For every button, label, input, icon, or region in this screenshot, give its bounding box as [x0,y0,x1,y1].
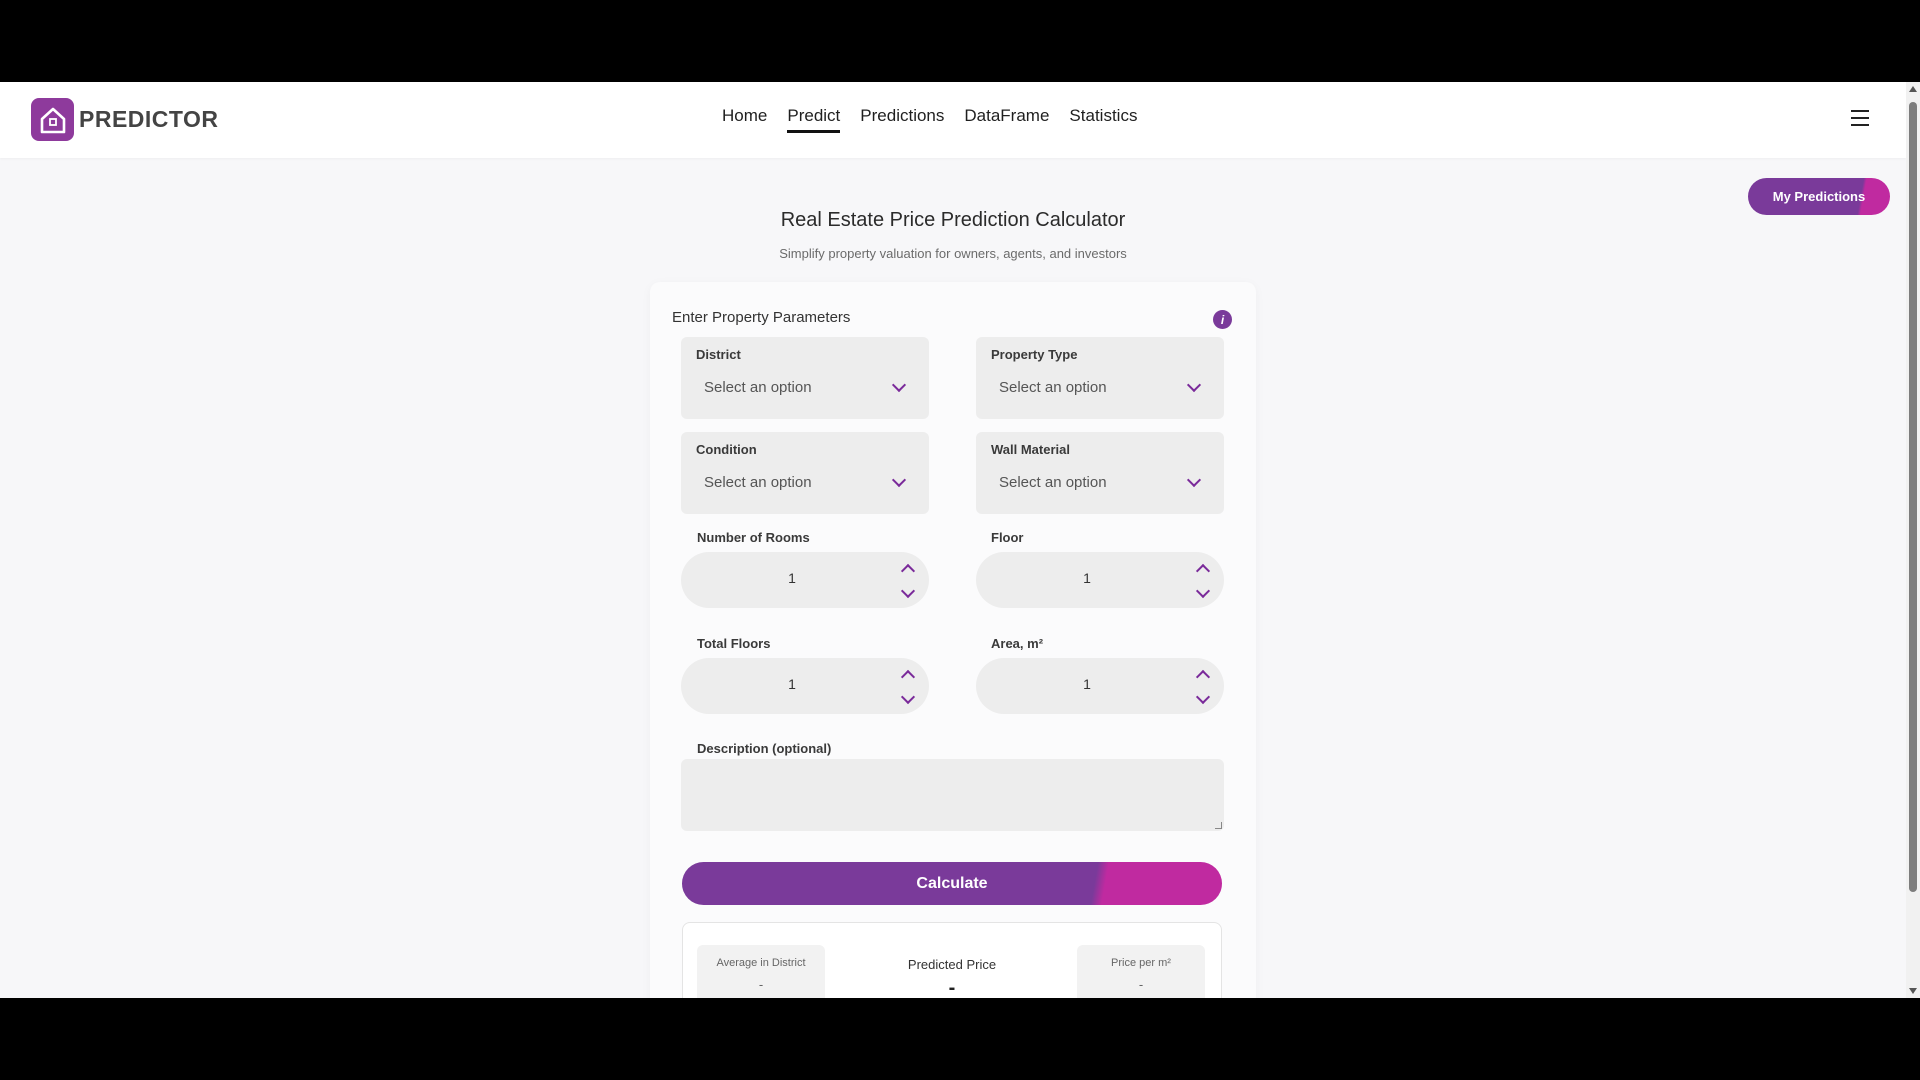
nav-statistics[interactable]: Statistics [1069,106,1137,133]
chevron-down-icon [1186,377,1202,393]
brand-logo[interactable]: PREDICTOR [31,98,219,141]
price-per-m2-label: Price per m² [1111,957,1171,969]
resize-handle-icon[interactable] [1215,822,1222,829]
scroll-down-arrow-icon[interactable] [1909,988,1917,994]
chevron-down-icon [1186,472,1202,488]
page-title: Real Estate Price Prediction Calculator [780,209,1126,231]
chevron-up-icon[interactable] [1195,563,1211,579]
condition-value: Select an option [704,474,812,491]
area-value: 1 [1083,676,1091,692]
floor-label: Floor [991,530,1024,545]
condition-label: Condition [696,442,757,457]
vertical-scrollbar[interactable] [1906,82,1920,998]
wall-material-select[interactable]: Wall Material Select an option [976,432,1224,514]
nav-predict[interactable]: Predict [787,106,841,133]
property-type-label: Property Type [991,347,1078,362]
wall-material-label: Wall Material [991,442,1070,457]
scroll-up-arrow-icon[interactable] [1909,86,1917,92]
rooms-value: 1 [788,570,796,586]
price-per-m2-card: Price per m² - [1077,945,1205,998]
chevron-up-icon[interactable] [900,669,916,685]
wall-material-value: Select an option [999,474,1107,491]
brand-name: PREDICTOR [79,106,219,132]
chevron-up-icon[interactable] [900,563,916,579]
chevron-up-icon[interactable] [1195,669,1211,685]
form-title: Enter Property Parameters [672,309,851,326]
property-type-select[interactable]: Property Type Select an option [976,337,1224,419]
chevron-down-icon [891,377,907,393]
prediction-form-card: Enter Property Parameters i District Sel… [650,282,1256,998]
total-floors-value: 1 [788,676,796,692]
description-textarea[interactable] [681,759,1224,831]
description-label: Description (optional) [697,741,832,756]
nav-home[interactable]: Home [722,106,767,133]
property-type-value: Select an option [999,379,1107,396]
top-navbar: PREDICTOR Home Predict Predictions DataF… [0,82,1906,158]
rooms-stepper[interactable]: 1 [681,552,929,608]
district-value: Select an option [704,379,812,396]
house-logo-icon [31,98,74,141]
price-per-m2-value: - [1138,977,1144,992]
condition-select[interactable]: Condition Select an option [681,432,929,514]
chevron-down-icon[interactable] [1195,583,1211,599]
chevron-down-icon[interactable] [1195,689,1211,705]
floor-stepper[interactable]: 1 [976,552,1224,608]
info-icon[interactable]: i [1213,310,1232,329]
page-subtitle: Simplify property valuation for owners, … [779,246,1127,261]
calculate-button[interactable]: Calculate [682,862,1222,905]
district-select[interactable]: District Select an option [681,337,929,419]
total-floors-label: Total Floors [697,636,771,651]
nav-dataframe[interactable]: DataFrame [964,106,1049,133]
scrollbar-thumb[interactable] [1909,102,1917,892]
total-floors-stepper[interactable]: 1 [681,658,929,714]
nav-predictions[interactable]: Predictions [860,106,944,133]
floor-value: 1 [1083,570,1091,586]
hamburger-menu-icon[interactable] [1851,110,1869,131]
area-label: Area, m² [991,636,1044,651]
browser-viewport: PREDICTOR Home Predict Predictions DataF… [0,82,1920,998]
rooms-label: Number of Rooms [697,530,810,545]
chevron-down-icon[interactable] [900,583,916,599]
chevron-down-icon [891,472,907,488]
main-nav: Home Predict Predictions DataFrame Stati… [722,106,1157,133]
area-stepper[interactable]: 1 [976,658,1224,714]
result-panel: Average in District - Predicted Price - … [682,922,1222,998]
district-label: District [696,347,741,362]
chevron-down-icon[interactable] [900,689,916,705]
